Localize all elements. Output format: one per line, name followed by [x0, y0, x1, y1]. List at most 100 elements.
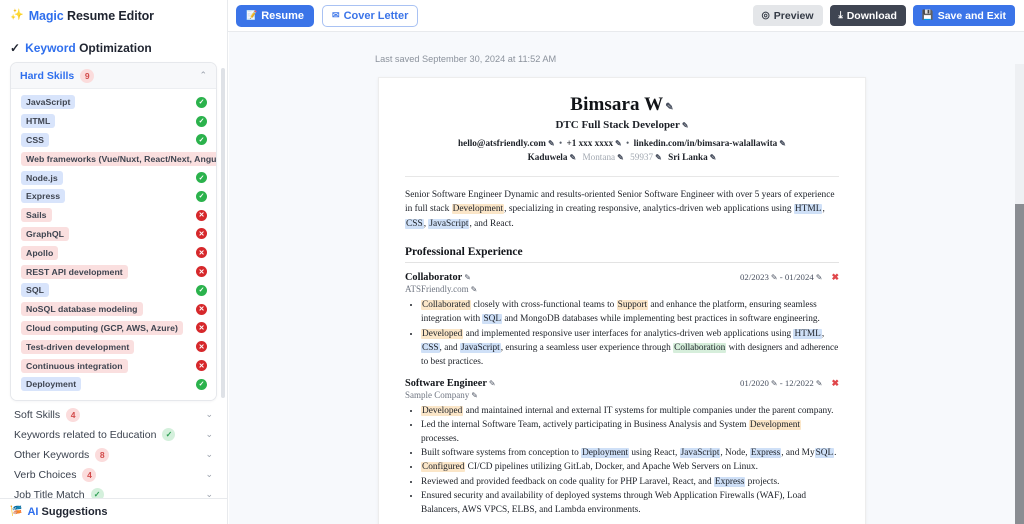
resume-summary[interactable]: Senior Software Engineer Dynamic and res…	[405, 188, 839, 232]
skill-row[interactable]: Deployment ✓	[11, 375, 216, 394]
experience-bullets: Developed and maintained internal and ex…	[405, 404, 839, 517]
edit-start-date-pencil-icon[interactable]: ✎	[769, 273, 778, 282]
main-scrollbar-thumb[interactable]	[1015, 204, 1024, 524]
skill-row[interactable]: HTML ✓	[11, 112, 216, 131]
check-icon: ✓	[10, 41, 21, 55]
skill-row[interactable]: Test-driven development ✕	[11, 337, 216, 356]
edit-name-pencil-icon[interactable]: ✎	[663, 102, 673, 113]
edit-start-date-pencil-icon[interactable]: ✎	[769, 379, 778, 388]
experience-start-date[interactable]: 01/2020	[740, 378, 769, 388]
skill-row[interactable]: NoSQL database modeling ✕	[11, 300, 216, 319]
ai-suggestions-footer[interactable]: 🎏 AI Suggestions	[0, 498, 227, 524]
skill-chip[interactable]: JavaScript	[21, 95, 76, 110]
experience-end-date[interactable]: 12/2022	[785, 378, 814, 388]
skill-chip[interactable]: GraphQL	[21, 226, 69, 241]
experience-bullet[interactable]: Collaborated closely with cross-function…	[421, 298, 839, 326]
skill-row[interactable]: SQL ✓	[11, 281, 216, 300]
chevron-down-icon[interactable]: ⌄	[205, 449, 213, 460]
main-scrollbar-track[interactable]	[1015, 64, 1024, 204]
skill-row[interactable]: GraphQL ✕	[11, 225, 216, 244]
skill-row[interactable]: CSS ✓	[11, 131, 216, 150]
skill-chip[interactable]: Express	[21, 189, 66, 204]
skill-chip[interactable]: CSS	[21, 132, 50, 147]
skill-row[interactable]: Apollo ✕	[11, 243, 216, 262]
skill-chip[interactable]: Web frameworks (Vue/Nuxt, React/Next, An…	[21, 151, 216, 166]
experience-start-date[interactable]: 02/2023	[740, 272, 769, 282]
contact-value[interactable]: 59937	[630, 152, 653, 162]
hard-skills-header[interactable]: Hard Skills 9 ⌃	[11, 63, 216, 89]
resume-name[interactable]: Bimsara W	[570, 94, 663, 115]
edit-title-pencil-icon[interactable]: ✎	[462, 273, 471, 282]
experience-bullet[interactable]: Ensured security and availability of dep…	[421, 489, 839, 517]
experience-title[interactable]: Software Engineer	[405, 378, 487, 389]
chevron-up-icon[interactable]: ⌃	[199, 71, 207, 80]
edit-company-pencil-icon[interactable]: ✎	[469, 285, 478, 294]
edit-contact-pencil-icon[interactable]: ✎	[653, 153, 662, 162]
edit-contact-pencil-icon[interactable]: ✎	[613, 139, 622, 148]
experience-company[interactable]: Sample Company	[405, 390, 469, 400]
tab-resume[interactable]: 📝 Resume	[236, 4, 315, 27]
sidebar-scrollbar[interactable]	[221, 68, 225, 398]
delete-experience-icon[interactable]: ✖	[831, 272, 839, 283]
chevron-down-icon[interactable]: ⌄	[205, 469, 213, 480]
edit-contact-pencil-icon[interactable]: ✎	[567, 153, 576, 162]
skill-row[interactable]: JavaScript ✓	[11, 93, 216, 112]
skill-chip[interactable]: HTML	[21, 114, 56, 129]
sidebar-section-verb-choices[interactable]: Verb Choices 4 ⌄	[0, 465, 227, 485]
contact-value[interactable]: Kaduwela	[528, 152, 568, 162]
contact-value[interactable]: linkedin.com/in/bimsara-walallawita	[634, 138, 778, 148]
sidebar-section-keywords-related-to-education[interactable]: Keywords related to Education ✓ ⌄	[0, 425, 227, 445]
skill-chip[interactable]: Node.js	[21, 170, 63, 185]
experience-end-date[interactable]: 01/2024	[785, 272, 814, 282]
edit-contact-pencil-icon[interactable]: ✎	[708, 153, 717, 162]
skill-row[interactable]: Web frameworks (Vue/Nuxt, React/Next, An…	[11, 149, 216, 168]
skill-row[interactable]: Sails ✕	[11, 206, 216, 225]
edit-company-pencil-icon[interactable]: ✎	[469, 391, 478, 400]
edit-role-pencil-icon[interactable]: ✎	[680, 121, 689, 130]
download-button[interactable]: ⤓ Download	[829, 5, 906, 26]
edit-contact-pencil-icon[interactable]: ✎	[615, 153, 624, 162]
contact-value[interactable]: +1 xxx xxxx	[566, 138, 613, 148]
edit-contact-pencil-icon[interactable]: ✎	[546, 139, 555, 148]
sidebar-section-soft-skills[interactable]: Soft Skills 4 ⌄	[0, 405, 227, 425]
experience-bullet[interactable]: Reviewed and provided feedback on code q…	[421, 475, 839, 489]
delete-experience-icon[interactable]: ✖	[831, 378, 839, 389]
chevron-down-icon[interactable]: ⌄	[205, 409, 213, 420]
edit-end-date-pencil-icon[interactable]: ✎	[814, 379, 823, 388]
contact-value[interactable]: hello@atsfriendly.com	[458, 138, 546, 148]
experience-title[interactable]: Collaborator	[405, 272, 462, 283]
x-circle-icon: ✕	[196, 228, 207, 240]
experience-bullet[interactable]: Developed and maintained internal and ex…	[421, 404, 839, 418]
skill-chip[interactable]: Cloud computing (GCP, AWS, Azure)	[21, 320, 183, 335]
skill-row[interactable]: Node.js ✓	[11, 168, 216, 187]
skill-chip[interactable]: Sails	[21, 208, 52, 223]
edit-contact-pencil-icon[interactable]: ✎	[777, 139, 786, 148]
preview-button[interactable]: ◎ Preview	[752, 5, 823, 26]
section-heading-professional-experience: Professional Experience	[405, 246, 523, 259]
experience-bullet[interactable]: Built software systems from conception t…	[421, 446, 839, 460]
experience-bullet[interactable]: Developed and implemented responsive use…	[421, 327, 839, 369]
save-and-exit-button[interactable]: 💾 Save and Exit	[912, 5, 1015, 26]
edit-title-pencil-icon[interactable]: ✎	[487, 379, 496, 388]
sidebar-section-other-keywords[interactable]: Other Keywords 8 ⌄	[0, 445, 227, 465]
edit-end-date-pencil-icon[interactable]: ✎	[814, 273, 823, 282]
skill-chip[interactable]: Test-driven development	[21, 339, 135, 354]
skill-row[interactable]: REST API development ✕	[11, 262, 216, 281]
skill-row[interactable]: Express ✓	[11, 187, 216, 206]
tab-cover-letter[interactable]: ✉ Cover Letter	[322, 4, 419, 27]
skill-chip[interactable]: SQL	[21, 283, 50, 298]
skill-chip[interactable]: Deployment	[21, 377, 82, 392]
skill-row[interactable]: Continuous integration ✕	[11, 356, 216, 375]
experience-bullet[interactable]: Configured CI/CD pipelines utilizing Git…	[421, 460, 839, 474]
skill-chip[interactable]: Continuous integration	[21, 358, 128, 373]
experience-company[interactable]: ATSFriendly.com	[405, 284, 469, 294]
contact-value[interactable]: Sri Lanka	[668, 152, 708, 162]
skill-row[interactable]: Cloud computing (GCP, AWS, Azure) ✕	[11, 319, 216, 338]
skill-chip[interactable]: NoSQL database modeling	[21, 302, 143, 317]
skill-chip[interactable]: Apollo	[21, 245, 59, 260]
contact-value[interactable]: Montana	[582, 152, 615, 162]
resume-role[interactable]: DTC Full Stack Developer	[555, 119, 679, 131]
experience-bullet[interactable]: Led the internal Software Team, actively…	[421, 418, 839, 446]
skill-chip[interactable]: REST API development	[21, 264, 128, 279]
chevron-down-icon[interactable]: ⌄	[205, 429, 213, 440]
